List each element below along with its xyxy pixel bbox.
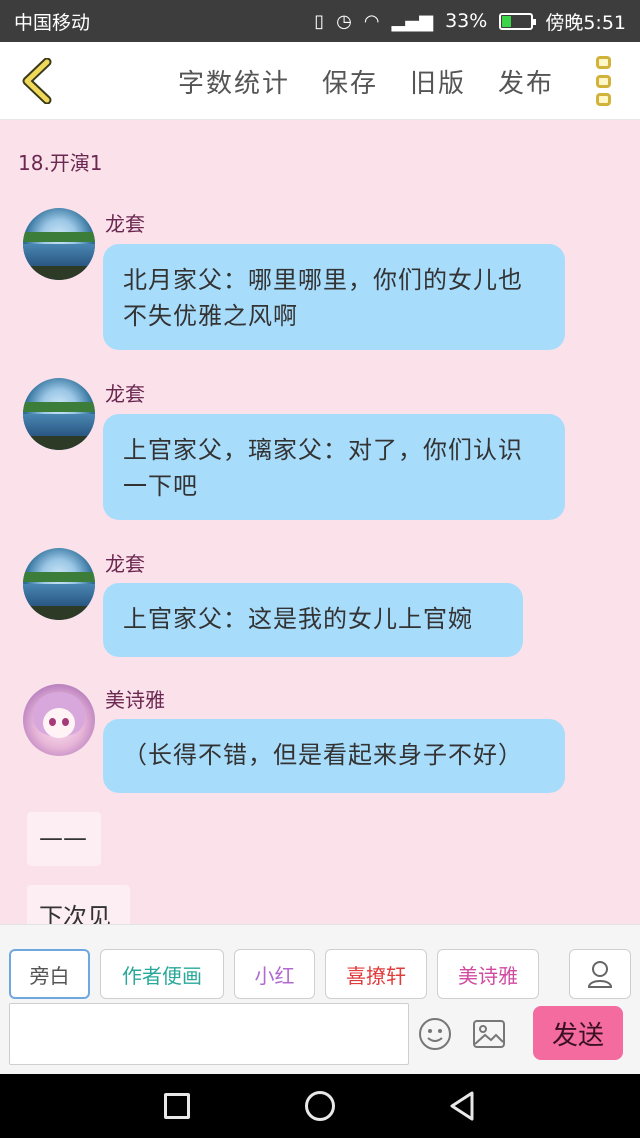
role-button-narrator[interactable]: 旁白 <box>9 949 90 999</box>
narration-item[interactable]: —— <box>27 812 101 866</box>
message-bubble[interactable]: （长得不错，但是看起来身子不好） <box>103 719 565 793</box>
old-version-button[interactable]: 旧版 <box>410 63 466 100</box>
speaker-name: 龙套 <box>105 552 145 576</box>
top-app-bar: 字数统计 保存 旧版 发布 <box>0 42 640 120</box>
message-input[interactable] <box>9 1003 409 1065</box>
status-icons: ▯ ◷ ◠ ▂▄▆ 33% 傍晚5:51 <box>314 8 626 35</box>
system-navigation-bar <box>0 1074 640 1138</box>
home-icon[interactable] <box>305 1091 335 1121</box>
emoji-icon[interactable] <box>418 1017 452 1051</box>
vibrate-icon: ▯ <box>314 10 325 32</box>
role-label: 喜撩轩 <box>346 963 406 988</box>
word-count-button[interactable]: 字数统计 <box>178 63 290 100</box>
avatar[interactable] <box>23 378 95 450</box>
more-dot <box>595 93 611 106</box>
more-vertical-icon[interactable] <box>590 56 616 106</box>
add-role-button[interactable] <box>569 949 631 999</box>
chat-area[interactable]: 18.开演1 龙套 北月家父：哪里哪里，你们的女儿也不失优雅之风啊 龙套 上官家… <box>0 121 640 924</box>
role-label: 美诗雅 <box>458 963 518 988</box>
image-icon[interactable] <box>472 1019 506 1049</box>
back-button[interactable] <box>12 56 60 106</box>
battery-icon <box>499 12 537 30</box>
battery-level-fill <box>502 15 512 27</box>
avatar[interactable] <box>23 684 95 756</box>
wifi-icon: ◠ <box>363 10 380 32</box>
message-bubble[interactable]: 上官家父：这是我的女儿上官婉 <box>103 583 523 657</box>
role-label: 作者便画 <box>122 963 202 988</box>
header-actions: 字数统计 保存 旧版 发布 <box>178 42 554 120</box>
message-bubble[interactable]: 上官家父，璃家父：对了，你们认识一下吧 <box>103 414 565 520</box>
recent-apps-icon[interactable] <box>164 1093 190 1119</box>
message-bubble[interactable]: 北月家父：哪里哪里，你们的女儿也不失优雅之风啊 <box>103 244 565 350</box>
alarm-icon: ◷ <box>336 10 352 32</box>
battery-percent: 33% <box>445 10 488 32</box>
back-triangle-icon[interactable] <box>448 1090 476 1122</box>
send-button[interactable]: 发送 <box>533 1006 623 1060</box>
role-label: 旁白 <box>29 963 70 988</box>
speaker-name: 美诗雅 <box>105 688 165 712</box>
signal-icon: ▂▄▆ <box>391 10 434 32</box>
carrier-name: 中国移动 <box>14 11 91 34</box>
avatar[interactable] <box>23 548 95 620</box>
clock: 傍晚5:51 <box>545 11 626 34</box>
speaker-name: 龙套 <box>105 212 145 236</box>
role-button[interactable]: 喜撩轩 <box>325 949 427 999</box>
role-selector: 旁白 作者便画 小红 喜撩轩 美诗雅 <box>9 949 549 999</box>
user-icon <box>587 961 613 988</box>
speaker-name: 龙套 <box>105 382 145 406</box>
more-dot <box>595 74 611 88</box>
role-button[interactable]: 小红 <box>234 949 315 999</box>
chapter-title: 18.开演1 <box>18 151 103 175</box>
avatar[interactable] <box>23 208 95 280</box>
status-bar: 中国移动 ▯ ◷ ◠ ▂▄▆ 33% 傍晚5:51 <box>0 0 640 42</box>
publish-button[interactable]: 发布 <box>498 63 554 100</box>
more-dot <box>595 56 611 69</box>
narration-item[interactable]: 下次见 <box>27 885 130 924</box>
role-button[interactable]: 作者便画 <box>100 949 224 999</box>
save-button[interactable]: 保存 <box>322 63 378 100</box>
role-button[interactable]: 美诗雅 <box>437 949 539 999</box>
chevron-left-icon <box>22 58 52 104</box>
compose-toolbar: 旁白 作者便画 小红 喜撩轩 美诗雅 发送 <box>0 924 640 1074</box>
role-label: 小红 <box>254 963 295 988</box>
